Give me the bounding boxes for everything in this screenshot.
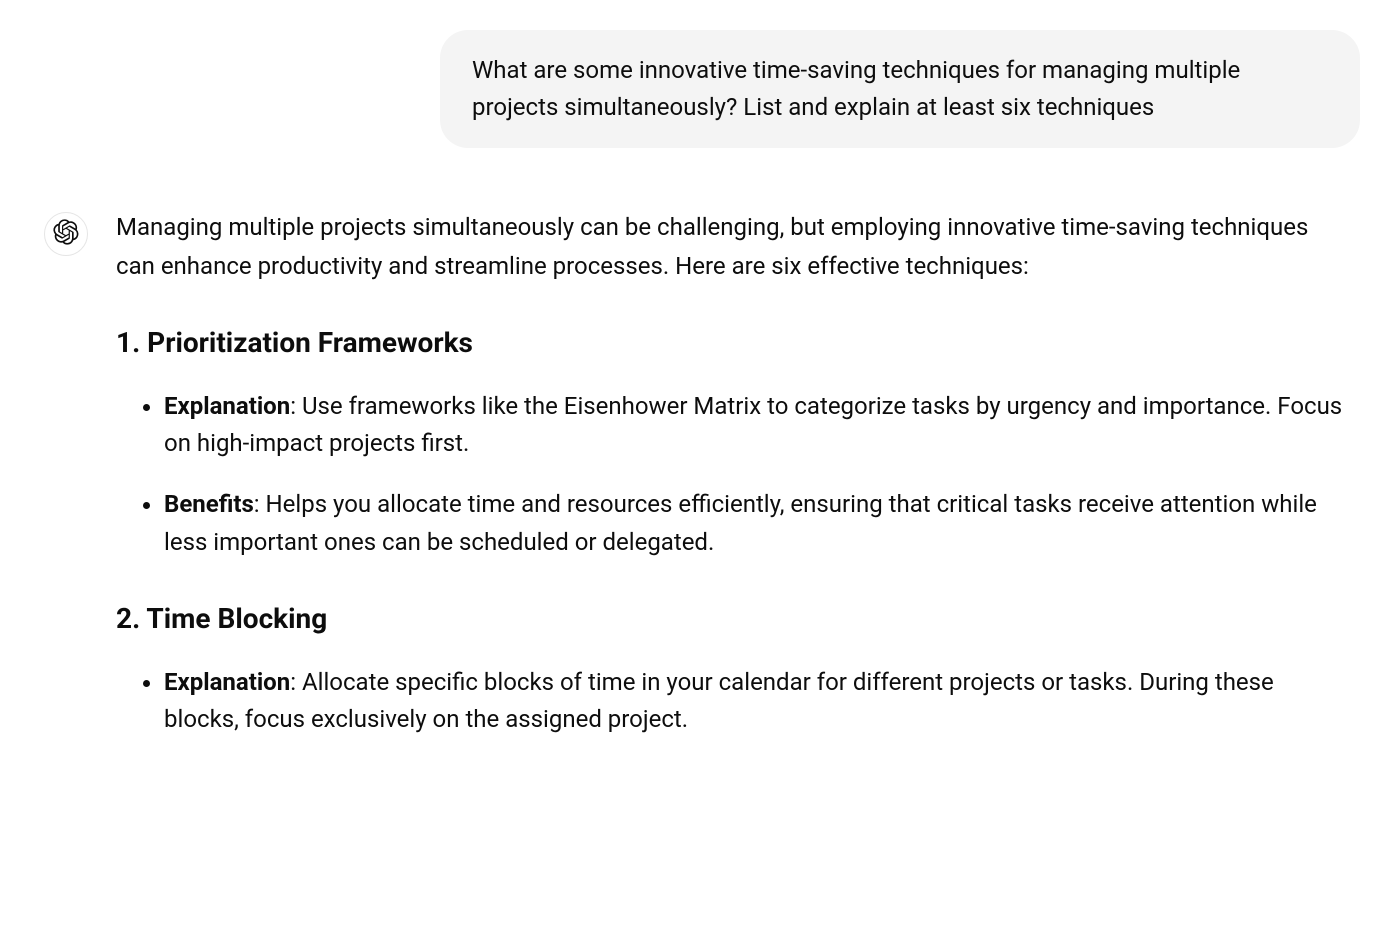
user-message-text: What are some innovative time-saving tec… — [472, 56, 1240, 121]
assistant-message-row: Managing multiple projects simultaneousl… — [40, 208, 1360, 774]
section-list-1: Explanation: Use frameworks like the Eis… — [116, 388, 1350, 561]
list-item-label: Benefits — [164, 490, 254, 518]
assistant-avatar — [44, 212, 88, 256]
list-item-label: Explanation — [164, 392, 290, 420]
list-item-text: : Allocate specific blocks of time in yo… — [164, 668, 1274, 733]
assistant-content: Managing multiple projects simultaneousl… — [116, 208, 1360, 774]
list-item-text: : Use frameworks like the Eisenhower Mat… — [164, 392, 1342, 457]
section-list-2: Explanation: Allocate specific blocks of… — [116, 664, 1350, 738]
chat-container: What are some innovative time-saving tec… — [0, 0, 1400, 774]
list-item: Benefits: Helps you allocate time and re… — [164, 486, 1350, 560]
section-heading-2: 2. Time Blocking — [116, 597, 1350, 642]
list-item: Explanation: Allocate specific blocks of… — [164, 664, 1350, 738]
user-message-bubble[interactable]: What are some innovative time-saving tec… — [440, 30, 1360, 148]
list-item: Explanation: Use frameworks like the Eis… — [164, 388, 1350, 462]
assistant-intro-text: Managing multiple projects simultaneousl… — [116, 208, 1350, 285]
user-message-row: What are some innovative time-saving tec… — [40, 30, 1360, 148]
list-item-text: : Helps you allocate time and resources … — [164, 490, 1317, 555]
list-item-label: Explanation — [164, 668, 290, 696]
openai-logo-icon — [53, 219, 79, 249]
section-heading-1: 1. Prioritization Frameworks — [116, 321, 1350, 366]
